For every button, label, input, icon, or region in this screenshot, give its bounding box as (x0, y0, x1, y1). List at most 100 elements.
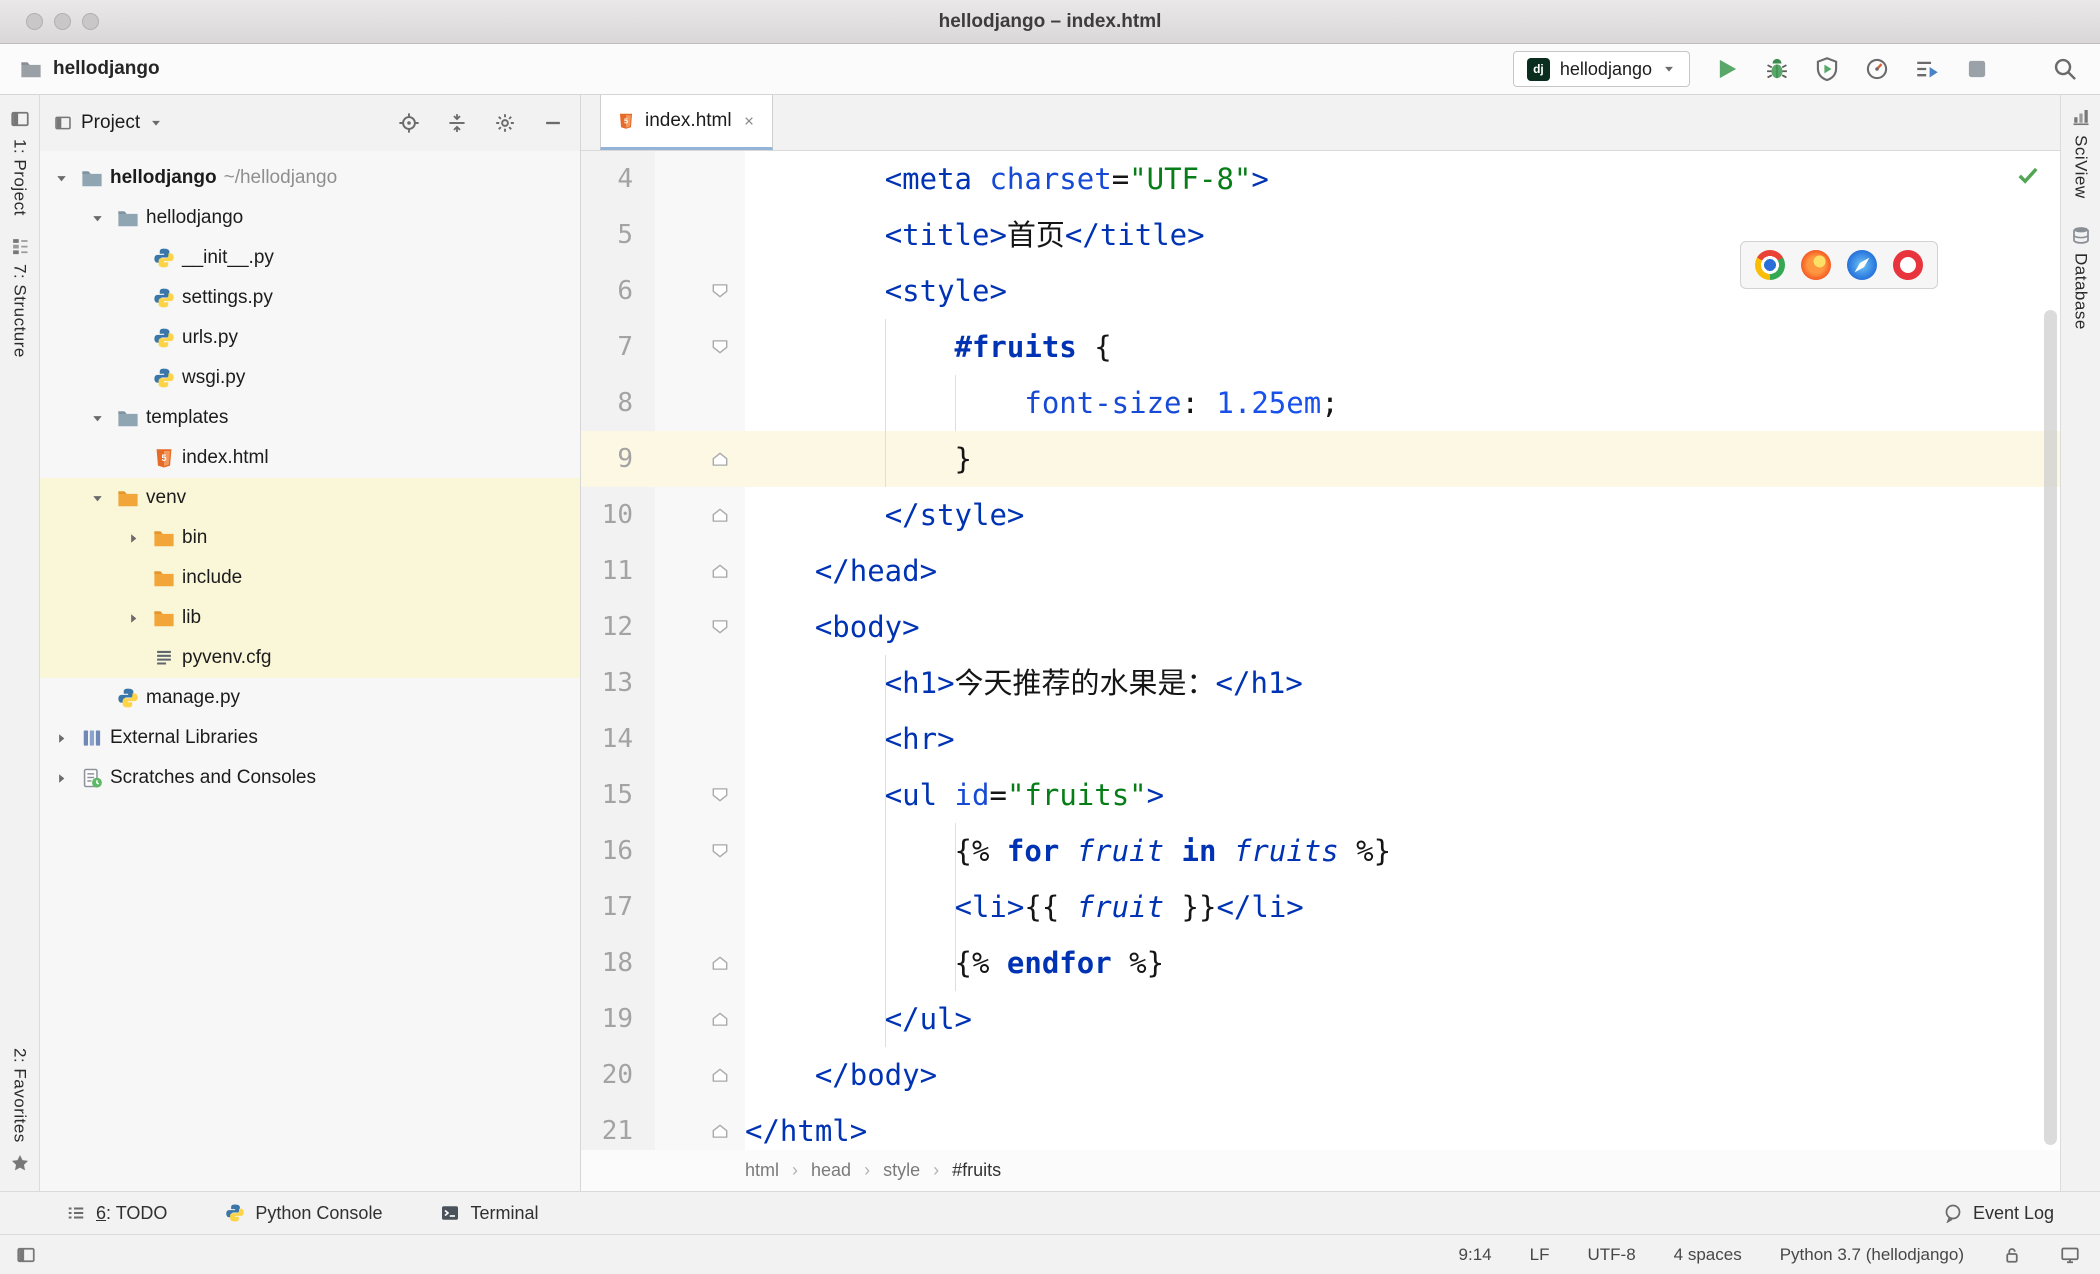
tree-expand-arrow[interactable] (48, 171, 74, 186)
chevron-down-icon[interactable] (149, 116, 163, 130)
code-text[interactable]: </style> (745, 487, 2060, 543)
code-text[interactable]: } (745, 431, 2060, 487)
line-separator[interactable]: LF (1530, 1245, 1550, 1265)
fold-up-marker[interactable] (655, 487, 745, 543)
fold-up-marker[interactable] (655, 935, 745, 991)
zoom-window-button[interactable] (82, 13, 99, 30)
tree-collapse-arrow[interactable] (48, 731, 74, 746)
run-configuration-select[interactable]: dj hellodjango (1512, 51, 1690, 87)
hide-panel-button[interactable] (542, 112, 564, 134)
minimize-window-button[interactable] (54, 13, 71, 30)
breadcrumb-item-style[interactable]: style (883, 1160, 920, 1181)
code-text[interactable]: {% for fruit in fruits %} (745, 823, 2060, 879)
settings-gear-button[interactable] (494, 112, 516, 134)
code-text[interactable]: </ul> (745, 991, 2060, 1047)
code-text[interactable]: font-size: 1.25em; (745, 375, 2060, 431)
tree-item-venv[interactable]: venv (40, 478, 580, 518)
python-interpreter[interactable]: Python 3.7 (hellodjango) (1780, 1245, 1964, 1265)
toolbar-project-name[interactable]: hellodjango (53, 58, 160, 80)
code-text[interactable]: <body> (745, 599, 2060, 655)
tool-button-python-console[interactable]: Python Console (225, 1203, 382, 1224)
structure-pane-icon[interactable] (10, 236, 30, 256)
chrome-icon[interactable] (1755, 250, 1785, 280)
write-lock-icon[interactable] (2002, 1245, 2022, 1265)
tree-item-external-libraries[interactable]: External Libraries (40, 718, 580, 758)
tool-button-favorites[interactable]: 2: Favorites (10, 1048, 30, 1143)
tree-item-bin[interactable]: bin (40, 518, 580, 558)
fold-down-marker[interactable] (655, 767, 745, 823)
code-text[interactable]: #fruits { (745, 319, 2060, 375)
tool-button-structure[interactable]: 7: Structure (10, 264, 30, 358)
collapse-all-button[interactable] (446, 112, 468, 134)
safari-icon[interactable] (1847, 250, 1877, 280)
tree-collapse-arrow[interactable] (48, 771, 74, 786)
fold-down-marker[interactable] (655, 599, 745, 655)
favorites-star-icon[interactable] (10, 1153, 30, 1173)
code-text[interactable]: <hr> (745, 711, 2060, 767)
tree-item-urls-py[interactable]: urls.py (40, 318, 580, 358)
firefox-icon[interactable] (1801, 250, 1831, 280)
tree-item-lib[interactable]: lib (40, 598, 580, 638)
file-encoding[interactable]: UTF-8 (1587, 1245, 1635, 1265)
toolwindow-toggle-icon[interactable] (16, 1245, 36, 1265)
run-anything-button[interactable] (1914, 56, 1940, 82)
indent-style[interactable]: 4 spaces (1674, 1245, 1742, 1265)
debug-button[interactable] (1764, 56, 1790, 82)
fold-down-marker[interactable] (655, 823, 745, 879)
caret-position[interactable]: 9:14 (1459, 1245, 1492, 1265)
search-everywhere-button[interactable] (2052, 56, 2078, 82)
fold-up-marker[interactable] (655, 991, 745, 1047)
close-window-button[interactable] (26, 13, 43, 30)
breadcrumb-item-head[interactable]: head (811, 1160, 851, 1181)
tree-item-scratches-and-consoles[interactable]: Scratches and Consoles (40, 758, 580, 798)
code-text[interactable]: <meta charset="UTF-8"> (745, 151, 2060, 207)
run-button[interactable] (1714, 56, 1740, 82)
code-text[interactable]: {% endfor %} (745, 935, 2060, 991)
tree-expand-arrow[interactable] (84, 411, 110, 426)
tool-button-terminal[interactable]: Terminal (440, 1203, 539, 1224)
close-tab-icon[interactable] (742, 114, 756, 128)
tree-item-include[interactable]: include (40, 558, 580, 598)
inspection-ok-icon[interactable] (2016, 163, 2040, 187)
fold-up-marker[interactable] (655, 543, 745, 599)
tree-item--init-py[interactable]: __init__.py (40, 238, 580, 278)
code-text[interactable]: </body> (745, 1047, 2060, 1103)
code-editor[interactable]: 4 <meta charset="UTF-8"> 5 <title>首页</tit… (581, 151, 2060, 1150)
locate-file-button[interactable] (398, 112, 420, 134)
sciview-pane-icon[interactable] (2071, 107, 2091, 127)
tree-item-templates[interactable]: templates (40, 398, 580, 438)
tool-button-database[interactable]: Database (2071, 253, 2091, 330)
tool-button-project[interactable]: 1: Project (10, 139, 30, 216)
tree-item-index-html[interactable]: index.html (40, 438, 580, 478)
tree-item-pyvenv-cfg[interactable]: pyvenv.cfg (40, 638, 580, 678)
code-text[interactable]: </head> (745, 543, 2060, 599)
tree-item-settings-py[interactable]: settings.py (40, 278, 580, 318)
tree-collapse-arrow[interactable] (120, 611, 146, 626)
tree-item-hellodjango[interactable]: hellodjango ~/hellodjango (40, 158, 580, 198)
code-text[interactable]: <h1>今天推荐的水果是：</h1> (745, 655, 2060, 711)
code-text[interactable]: <ul id="fruits"> (745, 767, 2060, 823)
profiler-button[interactable] (1864, 56, 1890, 82)
tool-button-event-log[interactable]: Event Log (1943, 1203, 2054, 1224)
tool-button-todo[interactable]: 6: TODO (66, 1203, 167, 1224)
scrollbar-thumb[interactable] (2044, 310, 2057, 1145)
tree-collapse-arrow[interactable] (120, 531, 146, 546)
fold-up-marker[interactable] (655, 1103, 745, 1150)
fold-down-marker[interactable] (655, 319, 745, 375)
tab-index-html[interactable]: index.html (600, 95, 773, 150)
tool-button-sciview[interactable]: SciView (2071, 135, 2091, 199)
tree-expand-arrow[interactable] (84, 491, 110, 506)
fold-down-marker[interactable] (655, 263, 745, 319)
editor-scrollbar[interactable] (2044, 310, 2057, 1145)
fold-up-marker[interactable] (655, 1047, 745, 1103)
project-pane-icon[interactable] (10, 109, 30, 129)
tree-item-hellodjango[interactable]: hellodjango (40, 198, 580, 238)
code-text[interactable]: </html> (745, 1103, 2060, 1150)
tree-item-manage-py[interactable]: manage.py (40, 678, 580, 718)
run-with-coverage-button[interactable] (1814, 56, 1840, 82)
breadcrumb-item-html[interactable]: html (745, 1160, 779, 1181)
project-view-title[interactable]: Project (81, 112, 140, 134)
monitor-icon[interactable] (2060, 1245, 2080, 1265)
code-text[interactable]: <li>{{ fruit }}</li> (745, 879, 2060, 935)
tree-item-wsgi-py[interactable]: wsgi.py (40, 358, 580, 398)
